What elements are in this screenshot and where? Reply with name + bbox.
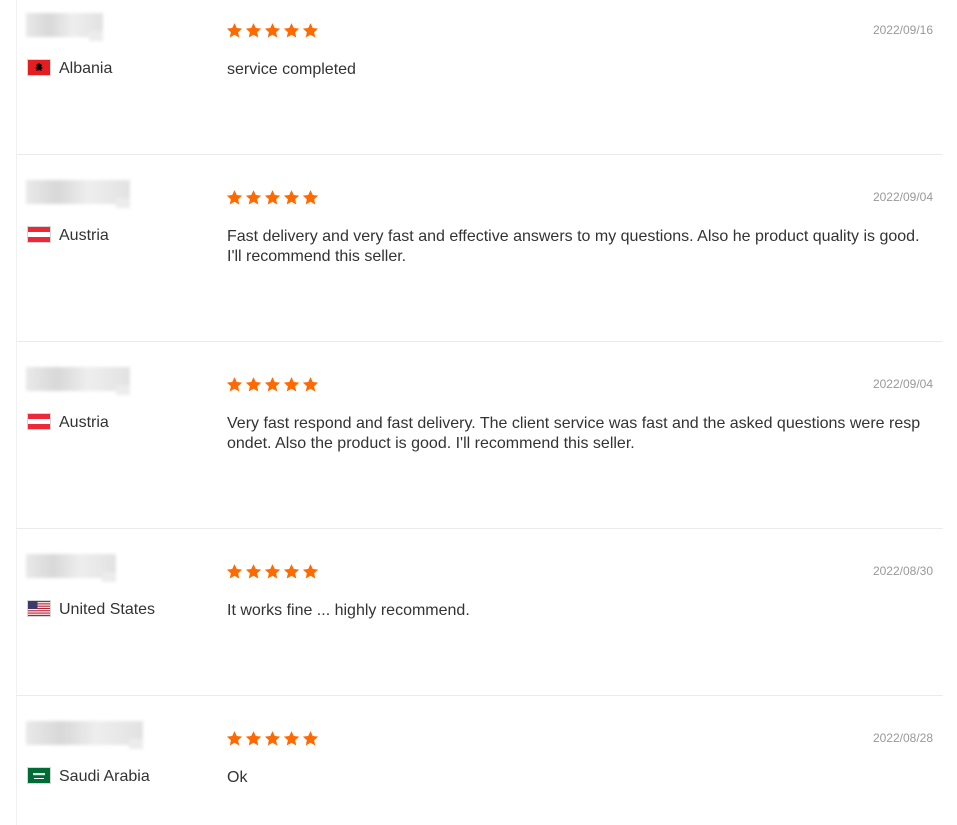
- star-icon: [302, 190, 319, 205]
- star-icon: [245, 190, 262, 205]
- star-icon: [264, 377, 281, 392]
- star-icon: [283, 564, 300, 579]
- rating-stars: [226, 376, 319, 393]
- reviewer-name-blurred: [26, 13, 103, 41]
- review-item: Saudi Arabia 2022/08/28 Ok: [16, 708, 943, 825]
- austria-flag-icon: [28, 227, 50, 242]
- star-icon: [283, 23, 300, 38]
- saudi-arabia-flag-icon: [28, 768, 50, 783]
- reviewer-name-blurred: [26, 367, 130, 395]
- review-item: Austria 2022/09/04 Fast delivery and ver…: [16, 167, 943, 342]
- reviewer-country: United States: [59, 601, 156, 618]
- review-item: United States 2022/08/30 It works fine .…: [16, 541, 943, 696]
- united-states-flag-icon: [28, 601, 50, 616]
- star-icon: [245, 23, 262, 38]
- rating-stars: [226, 189, 319, 206]
- star-icon: [264, 731, 281, 746]
- austria-flag-icon: [28, 414, 50, 429]
- star-icon: [226, 731, 243, 746]
- star-icon: [264, 23, 281, 38]
- review-comment: Very fast respond and fast delivery. The…: [227, 415, 921, 452]
- review-comment: service completed: [227, 61, 356, 78]
- review-comment: It works fine ... highly recommend.: [227, 602, 470, 619]
- reviewer-name-blurred: [26, 554, 116, 582]
- reviewer-name-blurred: [26, 180, 130, 208]
- rating-stars: [226, 730, 319, 747]
- star-icon: [283, 731, 300, 746]
- review-date: 2022/09/16: [872, 23, 933, 37]
- review-date: 2022/09/04: [872, 190, 933, 204]
- star-icon: [283, 190, 300, 205]
- review-date: 2022/09/04: [872, 377, 933, 391]
- review-comment: Ok: [227, 769, 248, 786]
- rating-stars: [226, 22, 319, 39]
- star-icon: [283, 377, 300, 392]
- star-icon: [226, 377, 243, 392]
- star-icon: [226, 23, 243, 38]
- star-icon: [302, 731, 319, 746]
- rating-stars: [226, 563, 319, 580]
- reviewer-name-blurred: [26, 721, 143, 749]
- star-icon: [264, 564, 281, 579]
- star-icon: [264, 190, 281, 205]
- review-item: Albania 2022/09/16 service completed: [16, 0, 943, 155]
- review-comment: Fast delivery and very fast and effectiv…: [227, 228, 920, 265]
- star-icon: [302, 564, 319, 579]
- review-date: 2022/08/28: [872, 731, 933, 745]
- star-icon: [245, 731, 262, 746]
- review-item: Austria 2022/09/04 Very fast respond and…: [16, 354, 943, 529]
- star-icon: [245, 377, 262, 392]
- review-date: 2022/08/30: [872, 564, 933, 578]
- star-icon: [226, 190, 243, 205]
- star-icon: [302, 23, 319, 38]
- reviewer-country: Albania: [59, 60, 113, 77]
- star-icon: [245, 564, 262, 579]
- reviewer-country: Austria: [59, 227, 109, 244]
- star-icon: [226, 564, 243, 579]
- reviewer-country: Austria: [59, 414, 109, 431]
- reviewer-country: Saudi Arabia: [59, 768, 150, 785]
- albania-flag-icon: [28, 60, 50, 75]
- star-icon: [302, 377, 319, 392]
